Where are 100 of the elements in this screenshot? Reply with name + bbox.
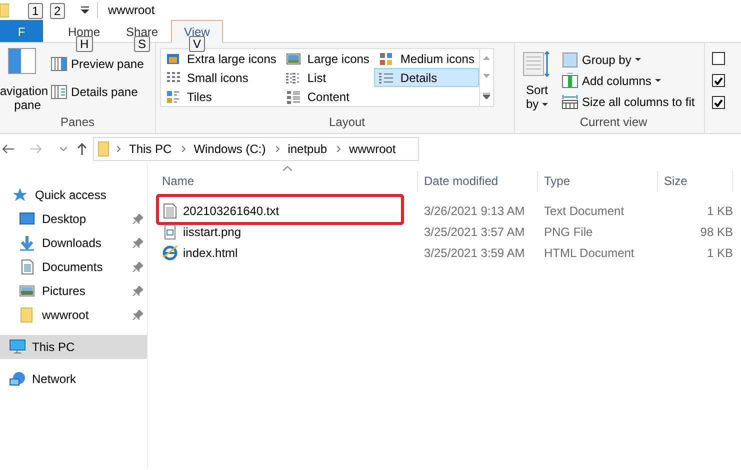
key-tip: H	[76, 36, 93, 52]
medium-view-icon	[379, 52, 394, 66]
file-tab[interactable]: F	[0, 20, 43, 42]
date-cell-text: 3/26/2021 9:13 AM	[423, 202, 526, 220]
nav-item[interactable]: This PC	[0, 335, 147, 359]
checkbox[interactable]	[712, 96, 725, 109]
checkbox[interactable]	[712, 74, 725, 87]
recent-locations-icon[interactable]	[60, 147, 67, 151]
view-option[interactable]: Small icons	[161, 68, 282, 87]
view-option[interactable]: Extra large icons	[161, 49, 282, 68]
checkbox[interactable]	[712, 52, 725, 65]
breadcrumb[interactable]: This PC	[129, 140, 172, 158]
column-header[interactable]: Type	[538, 171, 658, 192]
view-option[interactable]: Medium icons	[374, 49, 480, 68]
key-tip: 2	[50, 3, 65, 19]
nav-item[interactable]: Quick access	[0, 183, 147, 207]
caret-icon	[542, 102, 548, 107]
html-file-icon	[162, 244, 178, 260]
sort-by-button[interactable]: Sort by	[523, 51, 551, 111]
navigation-pane-icon	[8, 48, 36, 74]
columns-icon	[562, 73, 578, 89]
text-file-icon	[162, 202, 178, 218]
size-cell-text: 1 KB	[706, 202, 733, 220]
nav-item[interactable]: Documents	[0, 255, 147, 279]
key-tip: V	[189, 36, 206, 52]
preview-pane-button[interactable]: Preview pane	[48, 55, 147, 73]
nav-item[interactable]: Pictures	[0, 279, 147, 303]
downloads-icon	[19, 235, 36, 251]
network-icon	[9, 371, 26, 387]
chevron-icon	[337, 146, 342, 152]
small-view-icon	[166, 70, 181, 84]
type-cell-text: Text Document	[543, 202, 626, 220]
caret-icon	[655, 79, 662, 83]
size-cell-text: 98 KB	[699, 224, 733, 240]
view-option[interactable]: List	[281, 68, 374, 87]
folder-icon	[0, 2, 9, 18]
group-label: Panes	[59, 114, 96, 131]
file-name[interactable]: iisstart.png	[183, 222, 242, 240]
view-option[interactable]: Details	[374, 68, 480, 87]
large-view-icon	[286, 52, 302, 66]
checkmark-icon	[714, 76, 723, 84]
window-title: wwwroot	[108, 2, 155, 19]
pin-icon	[133, 214, 143, 224]
column-header[interactable]: Date modified	[418, 171, 538, 192]
nav-item[interactable]: Downloads	[0, 231, 147, 255]
pane-icon	[51, 85, 68, 99]
up-icon[interactable]	[77, 143, 87, 155]
desktop-icon	[19, 211, 36, 227]
date-cell-text: 3/25/2021 3:57 AM	[423, 224, 526, 240]
chevron-icon	[276, 146, 280, 152]
view-option[interactable]: Tiles	[161, 87, 282, 106]
details-pane-button[interactable]: Details pane	[48, 83, 147, 101]
chevron-icon	[117, 146, 121, 152]
group-label: Current view	[578, 114, 648, 131]
key-tip: 1	[28, 3, 43, 19]
breadcrumb[interactable]: wwwroot	[349, 140, 396, 158]
type-cell-text: HTML Document	[543, 244, 636, 262]
pane-icon	[51, 57, 68, 71]
breadcrumb[interactable]: inetpub	[288, 140, 328, 158]
tiles-view-icon	[166, 90, 181, 104]
dropdown-arrow-icon[interactable]	[81, 6, 89, 14]
list-view-icon	[286, 70, 302, 84]
group-button[interactable]: Group by	[559, 51, 698, 69]
folder-icon	[98, 141, 109, 157]
pin-icon	[133, 310, 143, 320]
column-header[interactable]: Size	[658, 171, 733, 192]
documents-icon	[19, 259, 36, 275]
pin-icon	[133, 286, 143, 296]
group-icon	[562, 52, 578, 68]
caret-icon	[635, 58, 642, 62]
fit-icon	[562, 94, 578, 110]
navigation-pane-button[interactable]: avigation pane	[0, 48, 48, 112]
image-file-icon	[162, 224, 178, 240]
group-label: Layout	[328, 114, 366, 131]
file-name[interactable]: index.html	[183, 244, 238, 262]
view-option[interactable]: Content	[281, 87, 374, 106]
view-option[interactable]: Large icons	[281, 49, 374, 68]
nav-item[interactable]: Desktop	[0, 207, 147, 231]
details-view-icon	[379, 70, 394, 84]
star-icon	[12, 187, 29, 203]
content-view-icon	[286, 90, 302, 104]
nav-item[interactable]: wwwroot	[0, 303, 147, 327]
file-name[interactable]: 202103261640.txt	[183, 202, 280, 220]
pictures-icon	[19, 283, 36, 299]
size-cell-text: 1 KB	[706, 244, 733, 262]
column-header[interactable]: Name	[156, 171, 418, 192]
fit-button[interactable]: Size all columns to fit	[559, 93, 698, 111]
address-bar[interactable]: This PC Windows (C:) inetpub wwwroot	[93, 137, 419, 161]
nav-item[interactable]: Network	[0, 367, 147, 391]
back-icon[interactable]	[2, 144, 14, 154]
breadcrumb[interactable]: Windows (C:)	[194, 140, 266, 158]
sort-icon	[523, 51, 551, 77]
xl-view-icon	[166, 52, 181, 66]
type-cell-text: PNG File	[543, 224, 594, 240]
pin-icon	[133, 238, 143, 248]
checkmark-icon	[714, 98, 723, 106]
expand-icon[interactable]	[483, 92, 490, 99]
pin-icon	[133, 262, 143, 272]
columns-button[interactable]: Add columns	[559, 72, 698, 90]
chevron-icon	[182, 146, 186, 152]
